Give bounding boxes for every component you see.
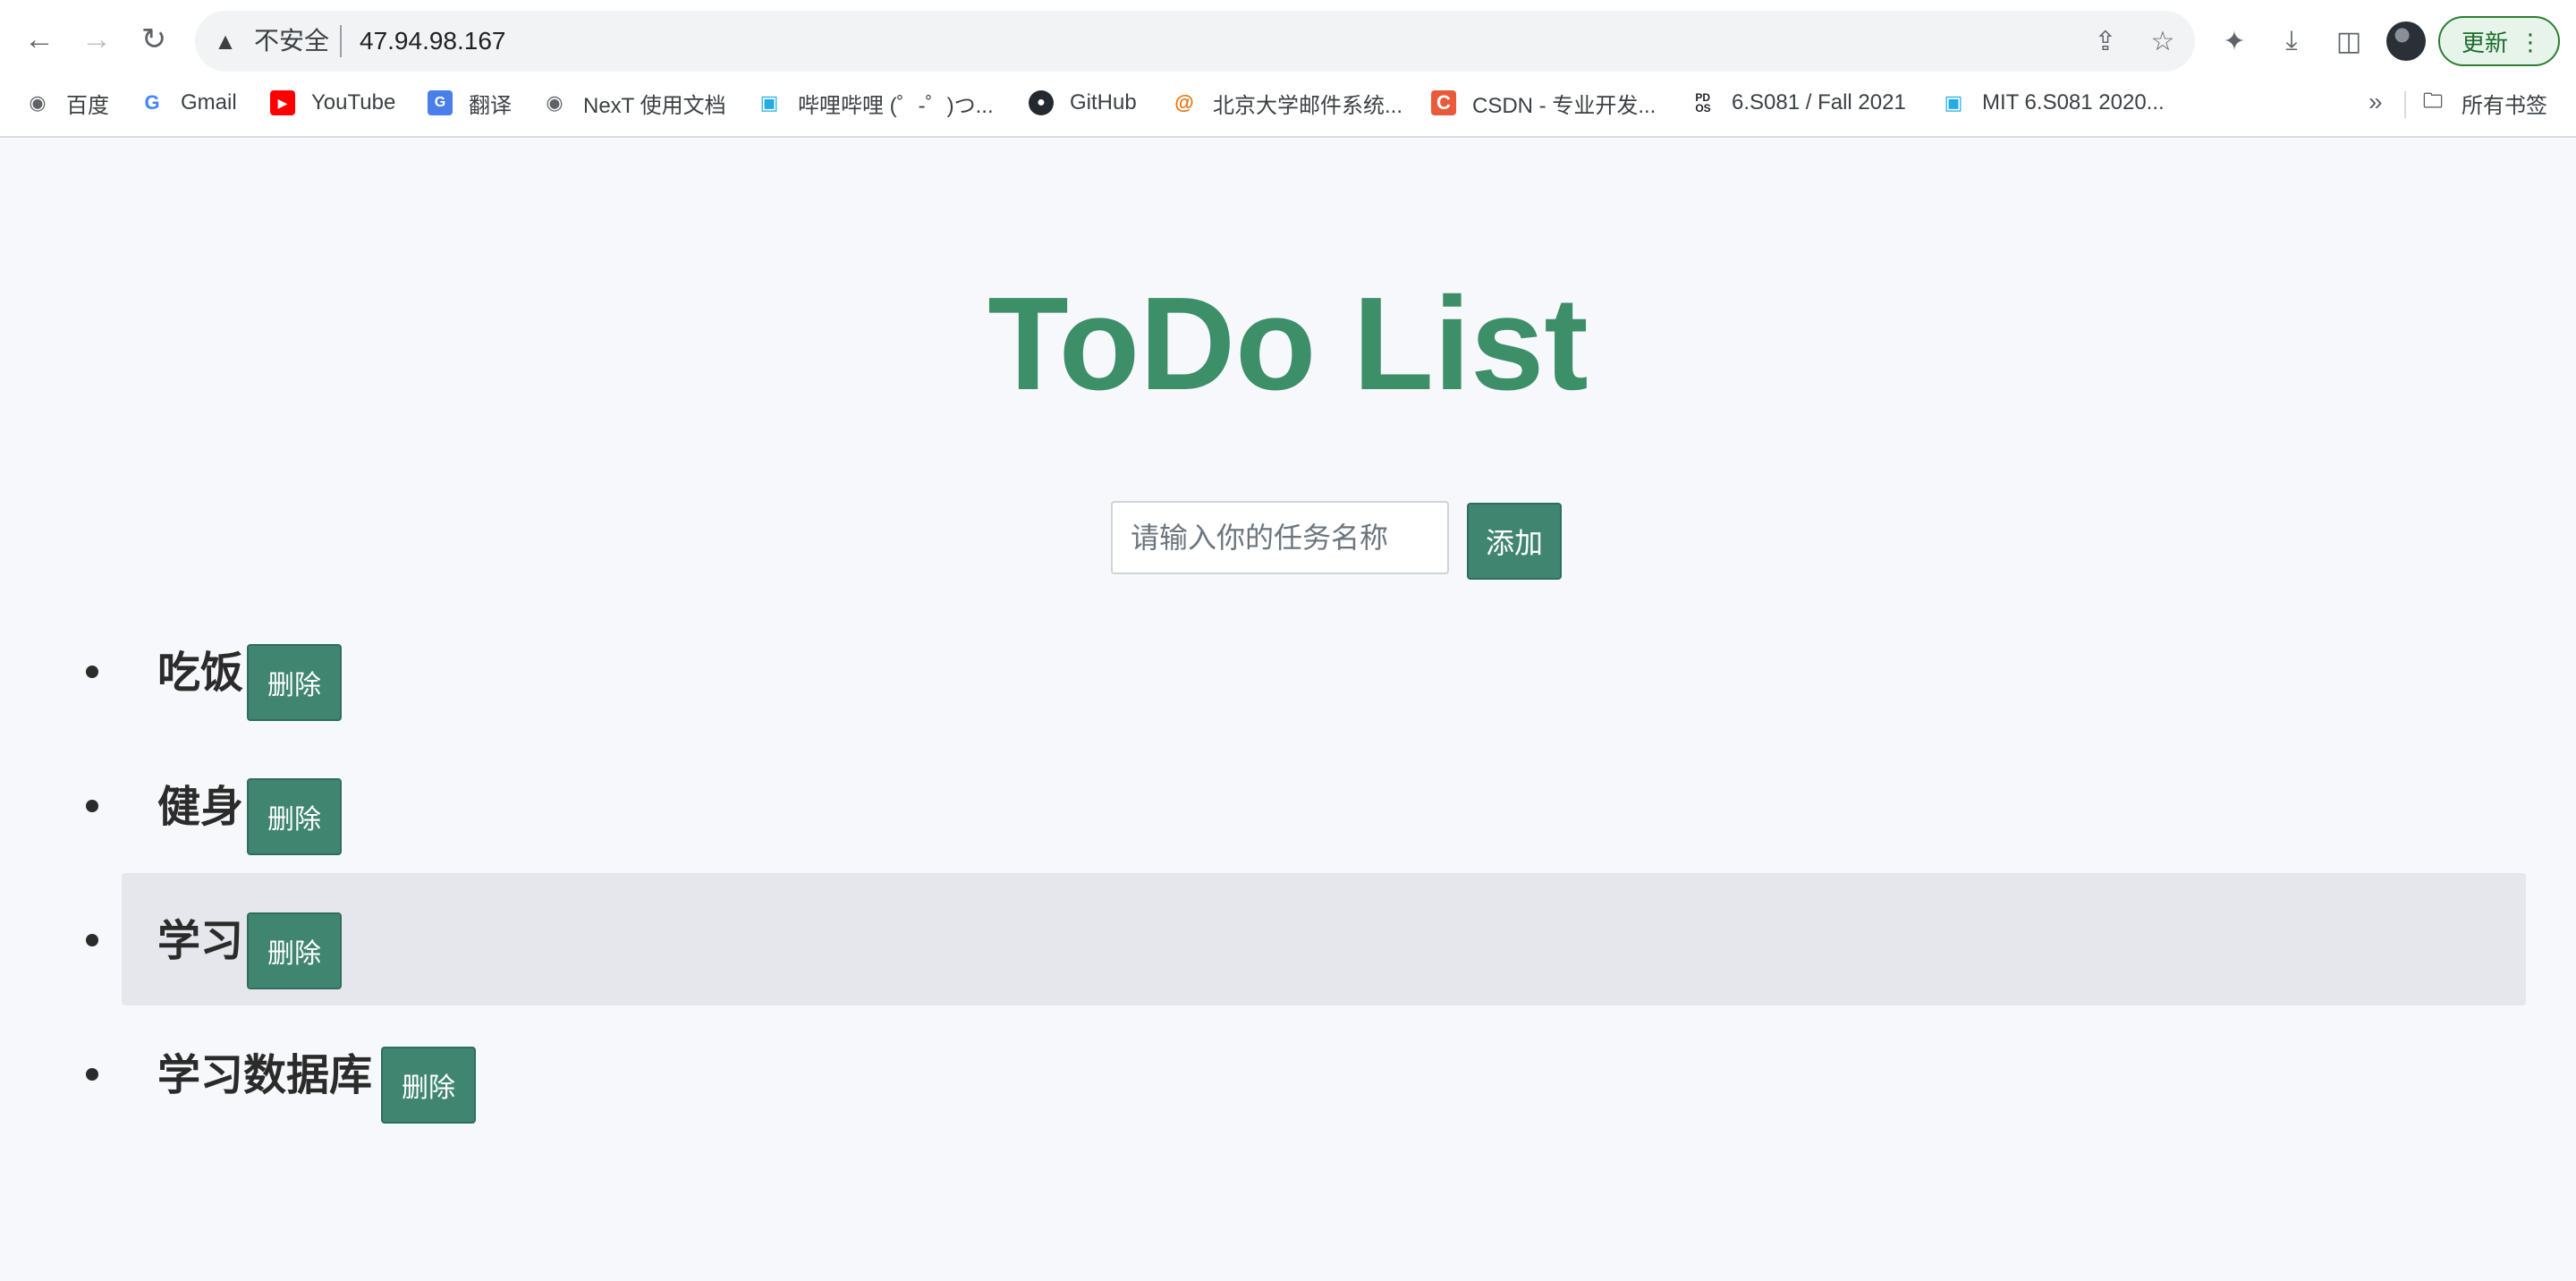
list-bullet (86, 934, 98, 946)
bookmark-item[interactable]: PD OS 6.S081 / Fall 2021 (1690, 86, 1906, 120)
bookmark-label: NexT 使用文档 (583, 93, 726, 118)
bookmark-item[interactable]: ● GitHub (1029, 86, 1137, 120)
todo-text: 吃饭 (157, 648, 244, 698)
browser-toolbar: ← → ↻ ▲ 不安全 47.94.98.167 ⇪ ☆ ✦ ⤓ ◫ 更新 ⋮ (0, 0, 2576, 82)
share-icon[interactable]: ⇪ (2088, 23, 2123, 59)
page-title: ToDo List (987, 270, 1589, 418)
bookmark-label: 北京大学邮件系统... (1213, 93, 1403, 118)
youtube-icon: ▶ (270, 90, 295, 115)
reload-button[interactable]: ↻ (134, 20, 174, 59)
bookmark-item[interactable]: ▣ MIT 6.S081 2020... (1941, 86, 2165, 120)
profile-avatar[interactable] (2386, 21, 2426, 61)
bookmark-label: YouTube (311, 90, 396, 115)
address-divider (340, 25, 342, 57)
download-icon[interactable]: ⤓ (2272, 21, 2311, 61)
address-bar[interactable]: ▲ 不安全 47.94.98.167 ⇪ ☆ (195, 11, 2195, 72)
bookmark-label: 翻译 (469, 93, 512, 118)
bilibili-icon: ▣ (759, 91, 779, 114)
todo-text: 学习 (157, 916, 244, 966)
list-bullet (86, 666, 98, 678)
all-bookmarks-folder[interactable]: 🗀 所有书签 (2420, 86, 2547, 120)
all-bookmarks-label: 所有书签 (2462, 93, 2547, 118)
delete-button[interactable]: 删除 (381, 1047, 476, 1124)
bilibili-icon: ▣ (1944, 91, 1963, 114)
delete-button[interactable]: 删除 (247, 644, 342, 721)
globe-icon: ◉ (546, 91, 564, 114)
todo-item: 学习 删除 (86, 873, 2526, 1005)
task-name-input[interactable] (1111, 501, 1449, 574)
bookmark-item[interactable]: @ 北京大学邮件系统... (1172, 86, 1402, 120)
todo-text: 学习数据库 (157, 1050, 373, 1100)
browser-chrome: ← → ↻ ▲ 不安全 47.94.98.167 ⇪ ☆ ✦ ⤓ ◫ 更新 ⋮ … (0, 0, 2576, 138)
bookmark-item[interactable]: ◉ NexT 使用文档 (542, 86, 726, 120)
bookmark-item[interactable]: G Gmail (140, 86, 237, 120)
delete-button[interactable]: 删除 (247, 912, 342, 989)
bookmark-star-icon[interactable]: ☆ (2145, 23, 2181, 59)
bookmark-label: GitHub (1070, 90, 1137, 115)
mail-at-icon: @ (1174, 91, 1194, 114)
pdos-icon: PD OS (1695, 91, 1711, 115)
todo-text: 健身 (157, 782, 244, 832)
forward-button[interactable]: → (77, 20, 116, 59)
bookmark-label: 6.S081 / Fall 2021 (1732, 90, 1906, 115)
extensions-icon[interactable]: ✦ (2215, 21, 2254, 61)
csdn-icon: C (1431, 90, 1456, 115)
update-label: 更新 (2462, 29, 2509, 56)
folder-icon: 🗀 (2422, 89, 2443, 112)
bookmark-item[interactable]: ◉ 百度 (25, 86, 109, 120)
list-bullet (86, 800, 98, 812)
globe-icon: ◉ (29, 91, 47, 114)
translate-icon: G (428, 90, 453, 115)
delete-button[interactable]: 删除 (247, 778, 342, 855)
bookmark-item[interactable]: ▶ YouTube (270, 86, 395, 120)
bookmarks-divider (2404, 91, 2406, 118)
bookmark-label: 哔哩哔哩 (゜-゜)つ... (798, 93, 994, 118)
menu-dots-icon: ⋮ (2519, 29, 2542, 55)
bookmark-item[interactable]: ▣ 哔哩哔哩 (゜-゜)つ... (757, 86, 994, 120)
url-text[interactable]: 47.94.98.167 (360, 27, 506, 55)
todo-item: 学习数据库 删除 (86, 1007, 2526, 1140)
todo-item: 健身 删除 (86, 739, 2526, 871)
side-panel-icon[interactable]: ◫ (2329, 21, 2368, 61)
google-icon: G (144, 91, 160, 114)
list-bullet (86, 1068, 98, 1081)
bookmark-item[interactable]: C CSDN - 专业开发... (1431, 86, 1656, 120)
bookmarks-bar: ◉ 百度 G Gmail ▶ YouTube G 翻译 ◉ NexT 使用文档 … (0, 82, 2576, 123)
add-task-button[interactable]: 添加 (1467, 503, 1562, 580)
bookmark-label: Gmail (181, 90, 237, 115)
warning-icon[interactable]: ▲ (211, 27, 240, 55)
back-button[interactable]: ← (20, 20, 59, 59)
bookmark-label: CSDN - 专业开发... (1472, 93, 1657, 118)
bookmark-item[interactable]: G 翻译 (428, 86, 512, 120)
update-button[interactable]: 更新 ⋮ (2438, 16, 2560, 66)
todo-item: 吃饭 删除 (86, 605, 2526, 737)
bookmark-label: MIT 6.S081 2020... (1982, 90, 2165, 115)
bookmark-label: 百度 (66, 93, 109, 118)
github-icon: ● (1029, 90, 1054, 115)
bookmarks-overflow-button[interactable]: » (2368, 88, 2383, 116)
security-label[interactable]: 不安全 (254, 27, 329, 55)
